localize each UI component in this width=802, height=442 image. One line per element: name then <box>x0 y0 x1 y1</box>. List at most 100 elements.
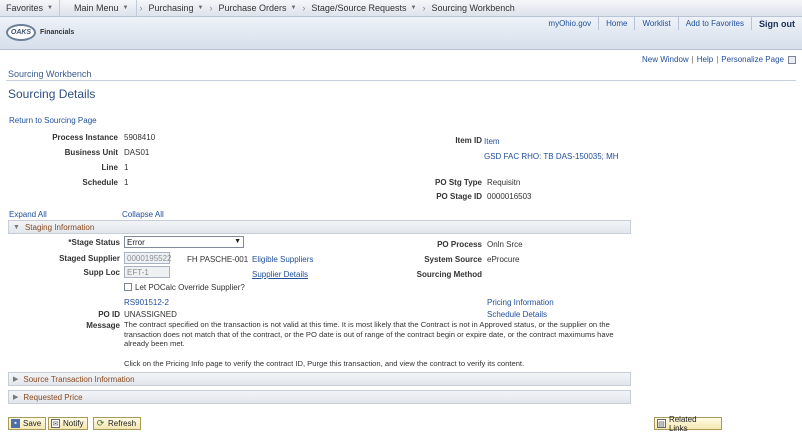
breadcrumb-label: Purchasing <box>148 3 194 13</box>
chevron-down-icon: ▼ <box>197 5 204 11</box>
override-supplier-label: Let POCalc Override Supplier? <box>135 283 245 292</box>
message-text: The contract specified on the transactio… <box>124 320 629 368</box>
po-id-label: PO ID <box>98 310 120 319</box>
worklist-link[interactable]: Worklist <box>634 17 677 30</box>
process-instance-value: 5908410 <box>124 133 156 142</box>
system-source-value: eProcure <box>487 255 520 264</box>
envelope-icon: ✉ <box>51 419 60 428</box>
refresh-label: Refresh <box>108 419 137 428</box>
item-description-link[interactable]: GSD FAC RHO: TB DAS-150035; MH <box>484 152 619 161</box>
breadcrumb-label: Purchase Orders <box>218 3 287 13</box>
pricing-information-link[interactable]: Pricing Information <box>487 298 554 307</box>
business-unit-value: DAS01 <box>124 148 150 157</box>
breadcrumb-separator-icon: › <box>302 3 306 13</box>
refresh-button[interactable]: ⟳ Refresh <box>93 417 142 430</box>
process-instance-label: Process Instance <box>52 133 118 142</box>
po-id-value: UNASSIGNED <box>124 310 177 319</box>
logo-mark: OAKS <box>6 24 36 41</box>
page-title: Sourcing Details <box>8 87 96 101</box>
item-id-label: Item ID <box>455 136 482 145</box>
help-link[interactable]: Help <box>697 55 713 64</box>
section-title: Staging Information <box>24 222 95 232</box>
myohio-link[interactable]: myOhio.gov <box>541 17 598 30</box>
logo-text: Financials <box>40 29 75 36</box>
notify-label: Notify <box>63 419 84 428</box>
contract-link[interactable]: RS901512-2 <box>124 298 169 307</box>
breadcrumb-separator-icon: › <box>139 3 143 13</box>
add-to-favorites-link[interactable]: Add to Favorites <box>677 17 751 30</box>
message-label: Message <box>86 321 120 330</box>
save-button[interactable]: ▪ Save <box>8 417 47 430</box>
new-window-link[interactable]: New Window <box>642 55 689 64</box>
item-id-link[interactable]: Item <box>484 137 500 146</box>
main-menu[interactable]: Main Menu ▼ <box>60 0 138 17</box>
collapse-all-link[interactable]: Collapse All <box>122 210 164 219</box>
breadcrumb-purchasing[interactable]: Purchasing ▼ <box>144 3 207 13</box>
sign-out-link[interactable]: Sign out <box>751 17 802 30</box>
oaks-logo: OAKS Financials <box>6 24 74 41</box>
override-supplier-checkbox[interactable] <box>124 283 132 291</box>
po-stg-type-label: PO Stg Type <box>435 178 482 187</box>
message-paragraph: The contract specified on the transactio… <box>124 320 614 349</box>
section-title: Source Transaction Information <box>23 374 135 384</box>
return-to-sourcing-link[interactable]: Return to Sourcing Page <box>9 116 97 125</box>
chevron-down-icon: ▼ <box>122 5 129 11</box>
sourcing-method-label: Sourcing Method <box>416 270 482 279</box>
schedule-value: 1 <box>124 178 129 187</box>
business-unit-label: Business Unit <box>64 148 118 157</box>
staging-information-header[interactable]: ▼ Staging Information <box>8 220 631 234</box>
separator: | <box>716 55 719 64</box>
related-links-icon: ▤ <box>657 419 666 428</box>
related-links-label: Related Links <box>668 414 697 433</box>
source-transaction-header[interactable]: ▶ Source Transaction Information <box>8 372 631 386</box>
help-icon[interactable] <box>788 56 796 64</box>
po-process-label: PO Process <box>437 240 482 249</box>
collapse-triangle-icon: ▼ <box>13 223 20 231</box>
refresh-icon: ⟳ <box>96 418 105 428</box>
supplier-details-link[interactable]: Supplier Details <box>252 270 308 279</box>
breadcrumb-label: Stage/Source Requests <box>311 3 407 13</box>
header-banner: OAKS Financials myOhio.gov Home Worklist… <box>0 17 802 50</box>
section-title: Requested Price <box>23 392 83 402</box>
breadcrumb-sourcing-workbench: Sourcing Workbench <box>427 3 518 13</box>
po-stg-type-value: Requisitn <box>487 178 521 187</box>
staged-supplier-field[interactable]: 0000195522 <box>124 252 172 264</box>
supplier-name: FH PASCHE-001 <box>187 255 249 264</box>
separator: | <box>691 55 694 64</box>
chevron-down-icon: ▼ <box>290 5 297 11</box>
stage-status-value: Error <box>127 237 145 247</box>
line-value: 1 <box>124 163 129 172</box>
po-stage-id-value: 0000016503 <box>487 192 532 201</box>
related-links-button[interactable]: ▤ Related Links <box>654 414 722 433</box>
message-paragraph: Click on the Pricing Info page to verify… <box>124 358 525 368</box>
home-link[interactable]: Home <box>598 17 634 30</box>
eligible-suppliers-link[interactable]: Eligible Suppliers <box>252 255 313 264</box>
breadcrumb-purchase-orders[interactable]: Purchase Orders ▼ <box>214 3 300 13</box>
supp-loc-label: Supp Loc <box>83 268 120 277</box>
supp-loc-field[interactable]: EFT-1 <box>124 266 170 278</box>
breadcrumb-stage-source-requests[interactable]: Stage/Source Requests ▼ <box>307 3 420 13</box>
favorites-menu[interactable]: Favorites ▼ <box>0 0 60 17</box>
schedule-details-link[interactable]: Schedule Details <box>487 310 547 319</box>
main-menu-label: Main Menu <box>73 3 119 13</box>
chevron-down-icon: ▼ <box>47 5 53 11</box>
dropdown-arrow-icon: ▼ <box>234 238 241 245</box>
save-label: Save <box>23 419 42 428</box>
personalize-page-link[interactable]: Personalize Page <box>721 55 784 64</box>
notify-button[interactable]: ✉ Notify <box>48 417 89 430</box>
line-label: Line <box>101 163 118 172</box>
expand-triangle-icon: ▶ <box>13 376 19 383</box>
component-title: Sourcing Workbench <box>8 69 92 79</box>
requested-price-header[interactable]: ▶ Requested Price <box>8 390 631 404</box>
stage-status-select[interactable]: Error ▼ <box>124 236 244 248</box>
expand-all-link[interactable]: Expand All <box>9 210 47 219</box>
schedule-label: Schedule <box>82 178 118 187</box>
top-navigation-bar: Favorites ▼ Main Menu ▼ › Purchasing ▼ ›… <box>0 0 802 17</box>
favorites-label: Favorites <box>6 3 44 13</box>
chevron-down-icon: ▼ <box>410 5 417 11</box>
po-stage-id-label: PO Stage ID <box>436 192 482 201</box>
divider <box>6 80 796 81</box>
header-links: myOhio.gov Home Worklist Add to Favorite… <box>541 17 802 30</box>
stage-status-label: *Stage Status <box>68 238 120 247</box>
system-source-label: System Source <box>424 255 482 264</box>
